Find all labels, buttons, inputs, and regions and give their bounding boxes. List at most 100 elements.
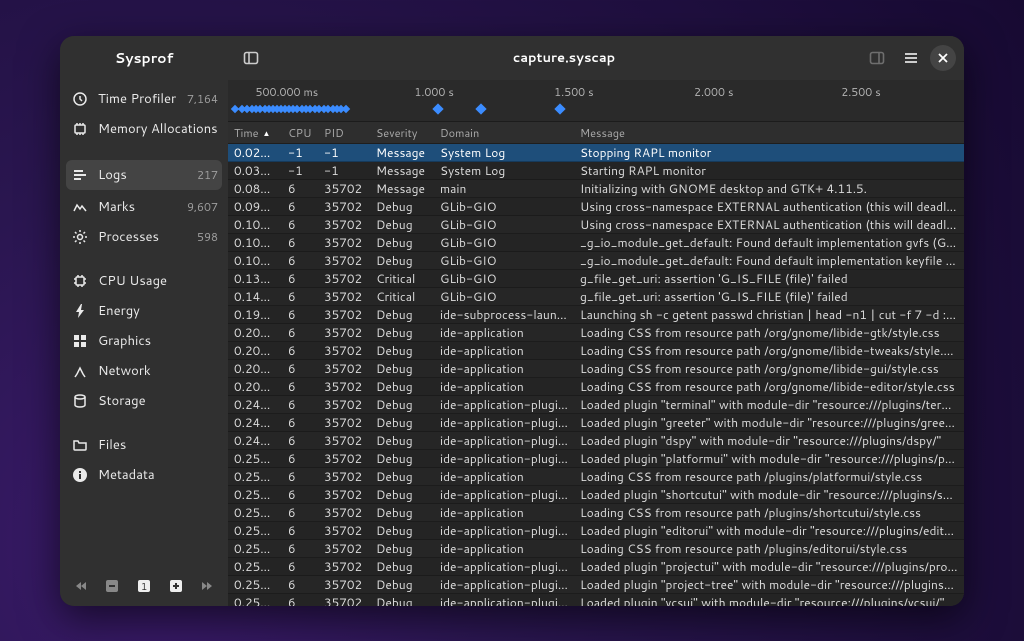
cell-domain: ide-application-plugins [434,396,574,413]
cell-pid: 35702 [318,468,370,485]
col-header-pid[interactable]: PID [318,125,370,141]
cell-severity: Debug [370,486,434,503]
cell-pid: 35702 [318,450,370,467]
cell-cpu: 6 [282,486,318,503]
cell-domain: main [434,180,574,197]
log-row[interactable]: 0.252 s635702Debugide-applicationLoading… [228,540,964,558]
cell-time: 0.022 s [228,144,282,161]
zoom-in-button[interactable] [165,575,187,597]
log-row[interactable]: 0.103 s635702DebugGLib-GIOUsing cross-na… [228,216,964,234]
cell-message: Loaded plugin "vcsui" with module-dir "r… [574,594,964,606]
cell-time: 0.202 s [228,342,282,359]
cell-time: 0.192 s [228,306,282,323]
col-header-time[interactable]: Time▲ [228,125,282,141]
seek-back-button[interactable] [70,575,92,597]
sidebar-item-network[interactable]: Network [60,356,228,386]
log-row[interactable]: 0.022 s-1-1MessageSystem LogStopping RAP… [228,144,964,162]
col-header-cpu[interactable]: CPU [282,125,318,141]
log-row[interactable]: 0.192 s635702Debugide-subprocess-launche… [228,306,964,324]
log-row[interactable]: 0.253 s635702Debugide-application-plugin… [228,576,964,594]
cell-time: 0.147 s [228,288,282,305]
cell-pid: 35702 [318,432,370,449]
col-header-message[interactable]: Message [574,125,964,141]
log-row[interactable]: 0.251 s635702Debugide-application-plugin… [228,522,964,540]
log-row[interactable]: 0.097 s635702DebugGLib-GIOUsing cross-na… [228,198,964,216]
cell-message: Using cross-namespace EXTERNAL authentic… [574,216,964,233]
cell-pid: -1 [318,162,370,179]
menu-button[interactable] [896,43,926,73]
cell-pid: 35702 [318,504,370,521]
cell-pid: 35702 [318,234,370,251]
sidebar-item-label: Network [98,362,218,380]
cell-message: _g_io_module_get_default: Found default … [574,234,964,251]
zoom-fit-button[interactable]: 1 [133,575,155,597]
log-row[interactable]: 0.205 s635702Debugide-applicationLoading… [228,360,964,378]
log-row[interactable]: 0.252 s635702Debugide-application-plugin… [228,558,964,576]
log-row[interactable]: 0.250 s635702Debugide-application-plugin… [228,486,964,504]
log-row[interactable]: 0.109 s635702DebugGLib-GIO_g_io_module_g… [228,252,964,270]
close-button[interactable] [930,45,956,71]
zoom-out-button[interactable] [102,575,124,597]
energy-icon [72,303,88,319]
log-row[interactable]: 0.202 s635702Debugide-applicationLoading… [228,342,964,360]
sidebar-item-cpu-usage[interactable]: CPU Usage [60,266,228,296]
timeline-tick: 1.500 s [554,84,593,100]
log-row[interactable]: 0.147 s635702CriticalGLib-GIOg_file_get_… [228,288,964,306]
sidebar-item-storage[interactable]: Storage [60,386,228,416]
cell-message: Loading CSS from resource path /org/gnom… [574,324,964,341]
log-row[interactable]: 0.247 s635702Debugide-application-plugin… [228,396,964,414]
log-row[interactable]: 0.138 s635702CriticalGLib-GIOg_file_get_… [228,270,964,288]
sidebar-item-label: Graphics [98,332,218,350]
sidebar-item-label: Files [98,436,218,454]
col-header-severity[interactable]: Severity [370,125,434,141]
cell-domain: ide-application [434,324,574,341]
log-row[interactable]: 0.209 s635702Debugide-applicationLoading… [228,378,964,396]
sidebar-item-graphics[interactable]: Graphics [60,326,228,356]
sidebar-item-logs[interactable]: Logs217 [66,160,222,190]
memory-icon [72,121,88,137]
sidebar-item-time-profiler[interactable]: Time Profiler7,164 [60,84,228,114]
cell-cpu: 6 [282,504,318,521]
cell-cpu: 6 [282,252,318,269]
log-row[interactable]: 0.249 s635702Debugide-application-plugin… [228,414,964,432]
cell-message: Initializing with GNOME desktop and GTK+… [574,180,964,197]
cell-domain: ide-application-plugins [434,576,574,593]
col-header-domain[interactable]: Domain [434,125,574,141]
cell-severity: Message [370,144,434,161]
cell-domain: GLib-GIO [434,198,574,215]
cell-message: g_file_get_uri: assertion 'G_IS_FILE (fi… [574,270,964,287]
cell-domain: GLib-GIO [434,288,574,305]
log-row[interactable]: 0.250 s635702Debugide-applicationLoading… [228,468,964,486]
right-panel-toggle-button[interactable] [862,43,892,73]
cell-cpu: 6 [282,468,318,485]
timeline-ruler[interactable]: 500.000 ms1.000 s1.500 s2.000 s2.500 s [228,80,964,122]
svg-text:1: 1 [141,580,147,594]
cell-message: Loaded plugin "dspy" with module-dir "re… [574,432,964,449]
log-row[interactable]: 0.039 s-1-1MessageSystem LogStarting RAP… [228,162,964,180]
seek-forward-button[interactable] [196,575,218,597]
log-row[interactable]: 0.201 s635702Debugide-applicationLoading… [228,324,964,342]
sidebar-item-processes[interactable]: Processes598 [60,222,228,252]
log-row[interactable]: 0.083 s635702MessagemainInitializing wit… [228,180,964,198]
cell-message: _g_io_module_get_default: Found default … [574,252,964,269]
timeline-event-marker [554,103,565,114]
cell-domain: ide-application-plugins [434,558,574,575]
sidebar-item-files[interactable]: Files [60,430,228,460]
log-row[interactable]: 0.251 s635702Debugide-applicationLoading… [228,504,964,522]
sidebar-item-metadata[interactable]: Metadata [60,460,228,490]
sidebar-item-energy[interactable]: Energy [60,296,228,326]
cell-time: 0.205 s [228,360,282,377]
sidebar-toggle-button[interactable] [236,43,266,73]
sidebar-item-marks[interactable]: Marks9,607 [60,192,228,222]
cell-severity: Debug [370,198,434,215]
cell-time: 0.201 s [228,324,282,341]
log-row[interactable]: 0.254 s635702Debugide-application-plugin… [228,594,964,606]
cell-time: 0.209 s [228,378,282,395]
cell-time: 0.254 s [228,594,282,606]
log-row[interactable]: 0.105 s635702DebugGLib-GIO_g_io_module_g… [228,234,964,252]
cell-pid: 35702 [318,594,370,606]
cell-pid: 35702 [318,360,370,377]
sidebar-item-memory-allocations[interactable]: Memory Allocations372,378 [60,114,228,144]
log-row[interactable]: 0.249 s635702Debugide-application-plugin… [228,432,964,450]
log-row[interactable]: 0.250 s635702Debugide-application-plugin… [228,450,964,468]
